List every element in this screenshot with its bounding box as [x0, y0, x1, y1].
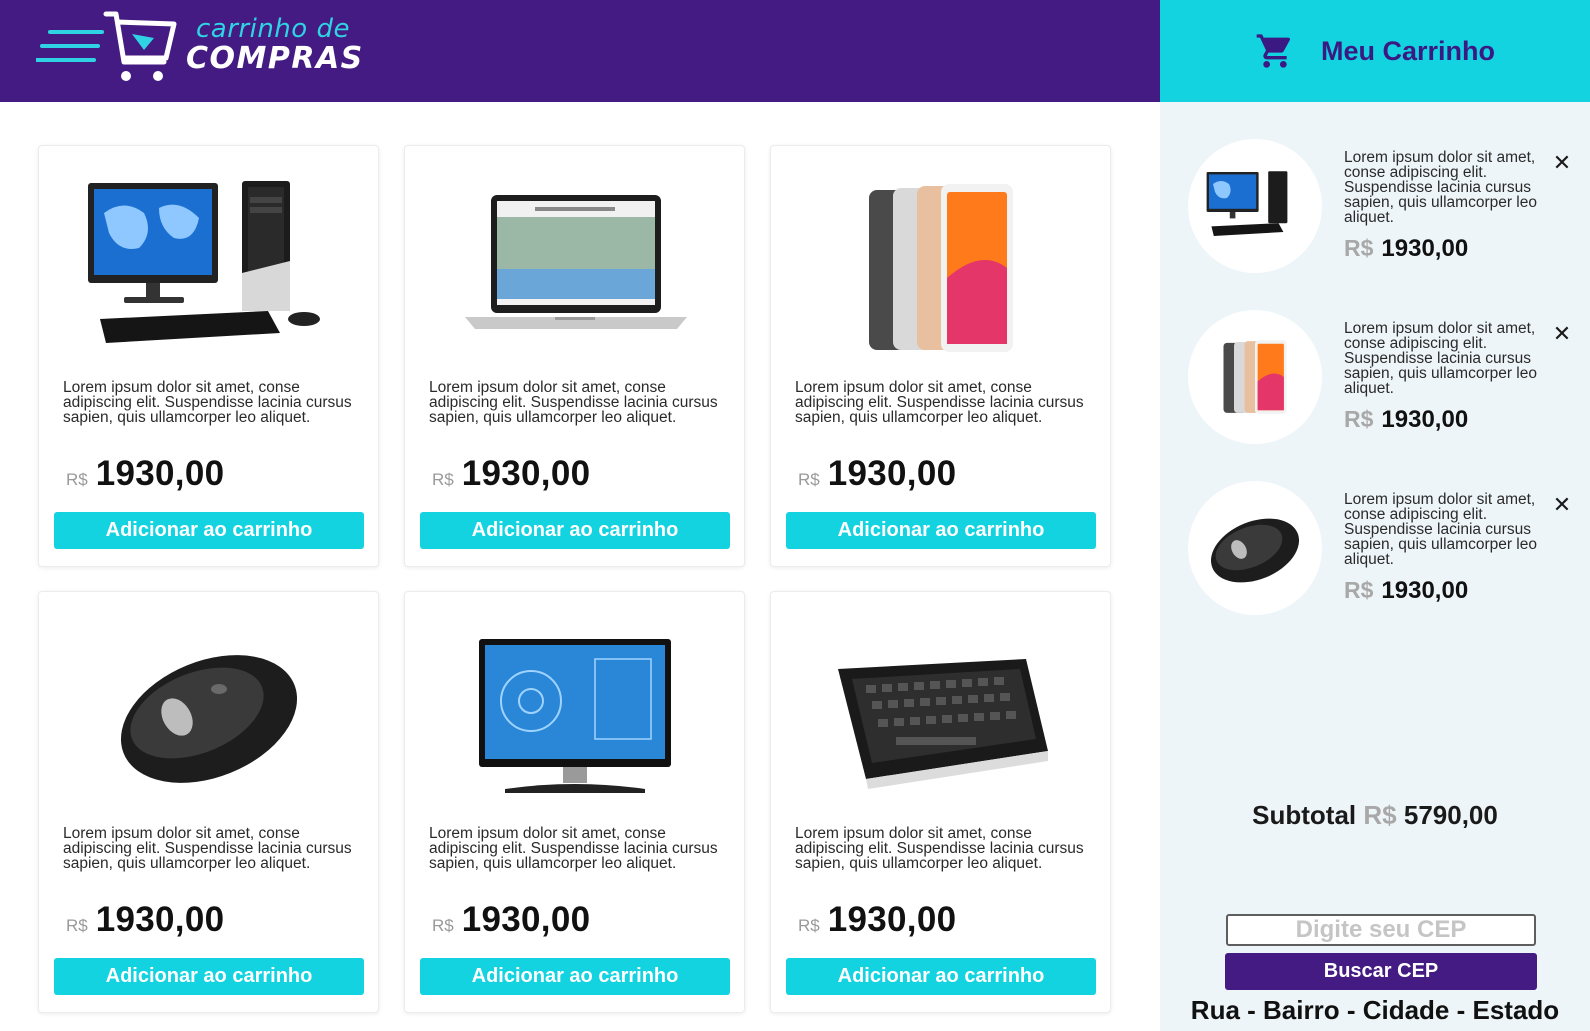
price-value: 1930,00 — [1381, 406, 1469, 433]
cart-item-price: R$ 1930,00 — [1344, 235, 1468, 263]
add-to-cart-button[interactable]: Adicionar ao carrinho — [54, 512, 364, 549]
product-image-tablets[interactable] — [771, 160, 1110, 375]
product-image-keyboard[interactable] — [771, 606, 1110, 821]
speed-lines-icon — [36, 30, 104, 62]
price-value: 1930,00 — [95, 454, 225, 493]
subtotal-value: 5790,00 — [1403, 800, 1498, 830]
currency-label: R$ — [66, 470, 88, 489]
add-to-cart-button[interactable]: Adicionar ao carrinho — [54, 958, 364, 995]
cart-title: Meu Carrinho — [1320, 35, 1495, 66]
search-cep-button[interactable]: Buscar CEP — [1225, 953, 1537, 990]
product-image-desktop[interactable] — [39, 160, 378, 375]
price-value: 1930,00 — [1381, 235, 1469, 262]
price-value: 1930,00 — [827, 900, 957, 939]
logo-text-line2: COMPRAS — [186, 41, 364, 76]
product-price: R$ 1930,00 — [798, 454, 956, 494]
product-description: Lorem ipsum dolor sit amet, conse adipis… — [63, 825, 352, 872]
top-header: carrinho de COMPRAS — [0, 0, 1160, 102]
product-price: R$ 1930,00 — [432, 900, 590, 940]
currency-label: R$ — [66, 916, 88, 935]
cart-logo-icon — [103, 11, 177, 81]
cart-item-image-mouse — [1188, 481, 1322, 615]
close-icon[interactable]: ✕ — [1550, 151, 1574, 175]
cart-panel-header: Meu Carrinho — [1160, 0, 1590, 102]
product-description: Lorem ipsum dolor sit amet, conse adipis… — [429, 379, 718, 426]
product-card: Lorem ipsum dolor sit amet, conse adipis… — [770, 591, 1111, 1013]
cart-item: Lorem ipsum dolor sit amet, conse adipis… — [1188, 310, 1578, 446]
product-description: Lorem ipsum dolor sit amet, conse adipis… — [795, 379, 1084, 426]
product-image-mouse[interactable] — [39, 606, 378, 821]
product-card: Lorem ipsum dolor sit amet, conse adipis… — [404, 145, 745, 567]
close-icon[interactable]: ✕ — [1550, 322, 1574, 346]
cart-item-price: R$ 1930,00 — [1344, 577, 1468, 605]
price-value: 1930,00 — [461, 900, 591, 939]
product-image-laptop[interactable] — [405, 160, 744, 375]
cart-panel: Meu Carrinho Lorem ipsum dolor sit amet,… — [1160, 0, 1590, 1031]
cep-input[interactable] — [1226, 914, 1536, 946]
cart-item-description: Lorem ipsum dolor sit amet, conse adipis… — [1344, 149, 1537, 226]
cart-item-price: R$ 1930,00 — [1344, 406, 1468, 434]
cart-item-image-desktop — [1188, 139, 1322, 273]
product-description: Lorem ipsum dolor sit amet, conse adipis… — [63, 379, 352, 426]
currency-label: R$ — [432, 916, 454, 935]
subtotal-currency: R$ — [1363, 800, 1397, 830]
add-to-cart-button[interactable]: Adicionar ao carrinho — [420, 958, 730, 995]
address-text: Rua - Bairro - Cidade - Estado — [1190, 995, 1560, 1025]
cart-item-description: Lorem ipsum dolor sit amet, conse adipis… — [1344, 320, 1537, 397]
subtotal: Subtotal R$ 5790,00 — [1160, 800, 1590, 831]
price-value: 1930,00 — [827, 454, 957, 493]
cart-item-description: Lorem ipsum dolor sit amet, conse adipis… — [1344, 491, 1537, 568]
shopping-cart-icon — [1256, 34, 1290, 68]
product-card: Lorem ipsum dolor sit amet, conse adipis… — [770, 145, 1111, 567]
close-icon[interactable]: ✕ — [1550, 493, 1574, 517]
add-to-cart-button[interactable]: Adicionar ao carrinho — [786, 958, 1096, 995]
currency-label: R$ — [1344, 406, 1374, 432]
product-price: R$ 1930,00 — [66, 900, 224, 940]
product-description: Lorem ipsum dolor sit amet, conse adipis… — [795, 825, 1084, 872]
price-value: 1930,00 — [1381, 577, 1469, 604]
product-image-monitor[interactable] — [405, 606, 744, 821]
subtotal-label: Subtotal — [1252, 800, 1357, 830]
product-card: Lorem ipsum dolor sit amet, conse adipis… — [404, 591, 745, 1013]
logo-text-line1: carrinho de — [196, 14, 350, 44]
currency-label: R$ — [1344, 235, 1374, 261]
product-card: Lorem ipsum dolor sit amet, conse adipis… — [38, 145, 379, 567]
cart-item: Lorem ipsum dolor sit amet, conse adipis… — [1188, 139, 1578, 275]
currency-label: R$ — [798, 470, 820, 489]
cart-item-image-tablets — [1188, 310, 1322, 444]
product-price: R$ 1930,00 — [798, 900, 956, 940]
add-to-cart-button[interactable]: Adicionar ao carrinho — [786, 512, 1096, 549]
product-card: Lorem ipsum dolor sit amet, conse adipis… — [38, 591, 379, 1013]
add-to-cart-button[interactable]: Adicionar ao carrinho — [420, 512, 730, 549]
logo[interactable]: carrinho de COMPRAS — [36, 10, 366, 86]
currency-label: R$ — [798, 916, 820, 935]
currency-label: R$ — [1344, 577, 1374, 603]
currency-label: R$ — [432, 470, 454, 489]
price-value: 1930,00 — [461, 454, 591, 493]
cart-item: Lorem ipsum dolor sit amet, conse adipis… — [1188, 481, 1578, 617]
product-price: R$ 1930,00 — [66, 454, 224, 494]
price-value: 1930,00 — [95, 900, 225, 939]
product-price: R$ 1930,00 — [432, 454, 590, 494]
product-description: Lorem ipsum dolor sit amet, conse adipis… — [429, 825, 718, 872]
